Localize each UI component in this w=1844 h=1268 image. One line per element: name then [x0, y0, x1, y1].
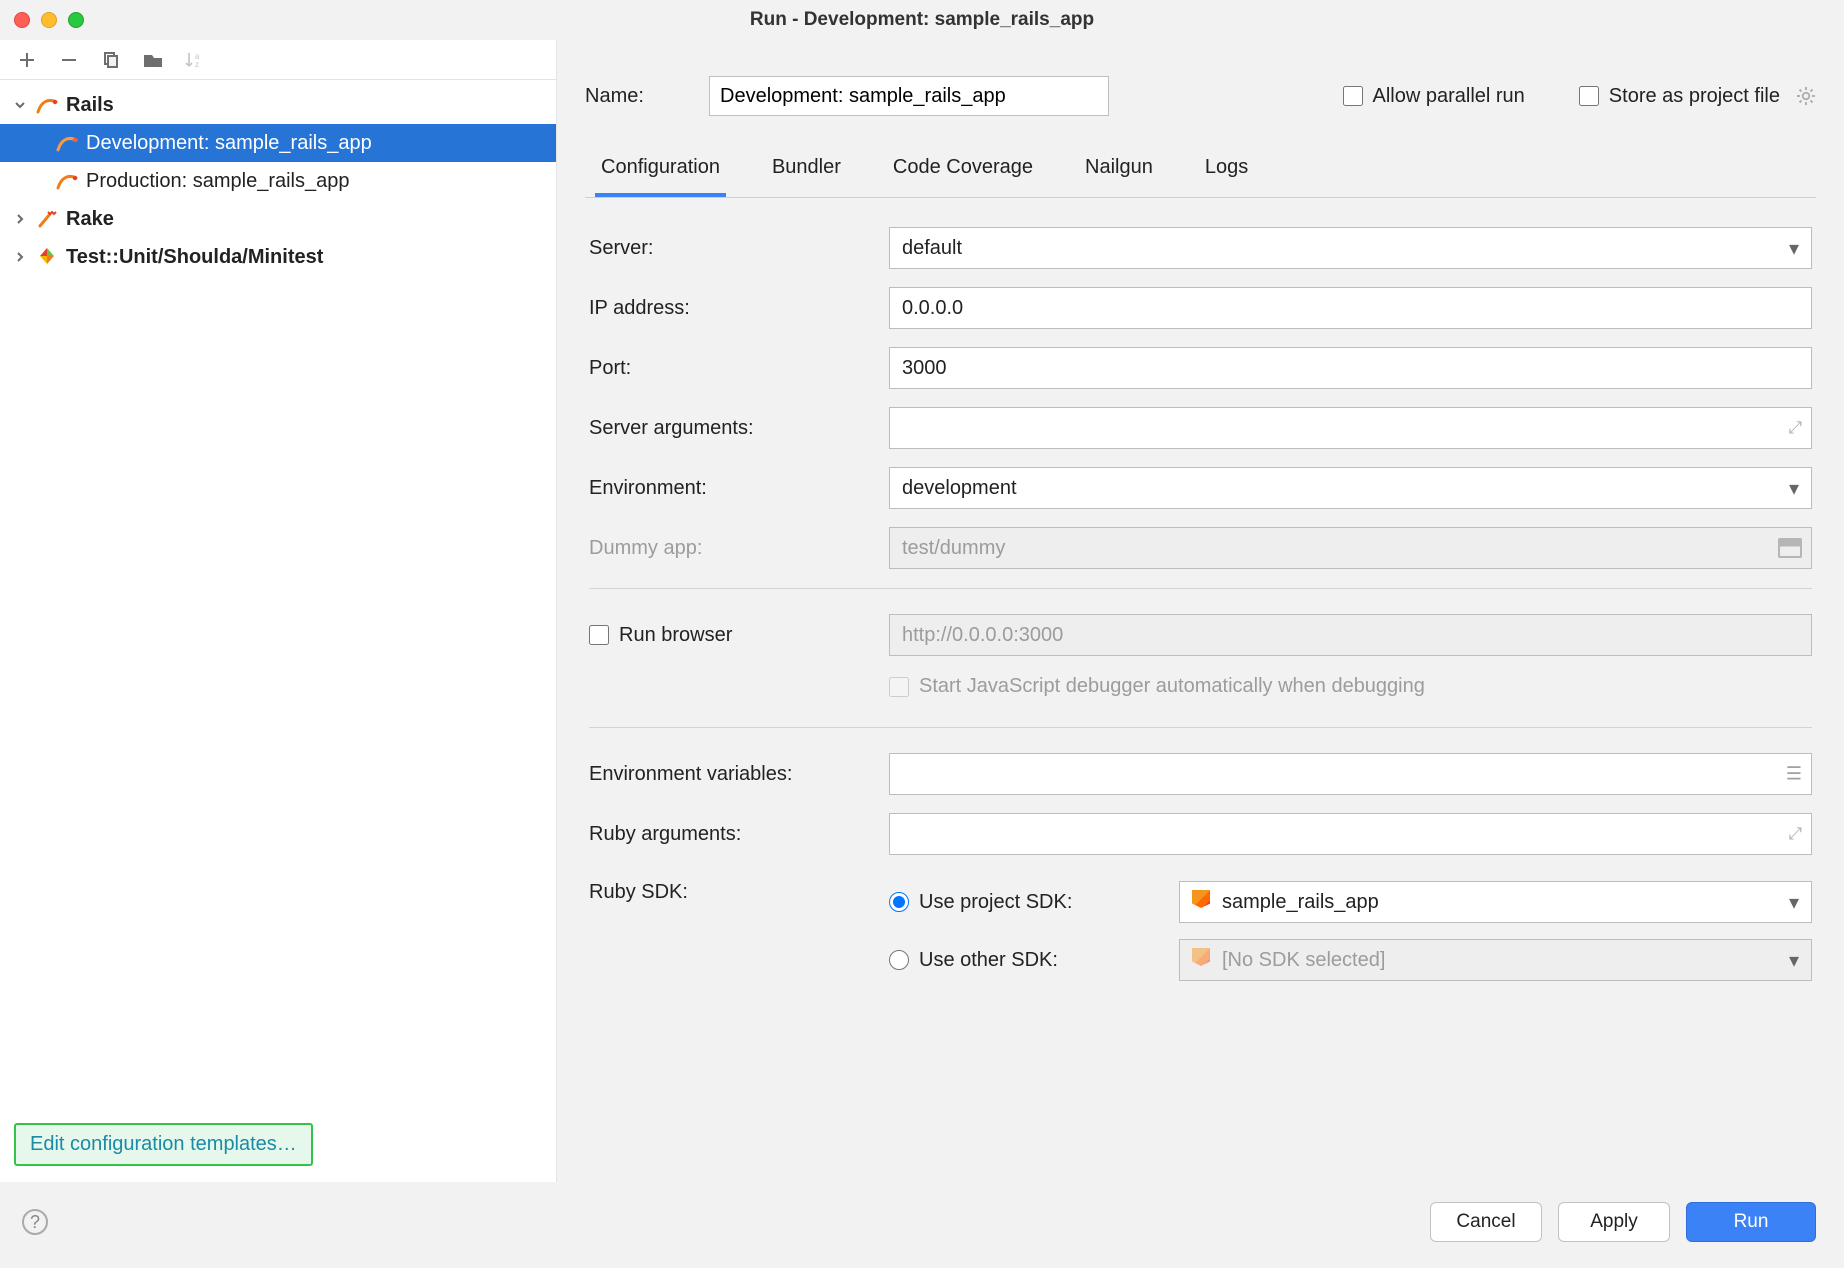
content: az Rails Development: s — [0, 40, 1844, 1182]
environment-select[interactable]: development ▾ — [889, 467, 1812, 509]
tree-node-rake[interactable]: Rake — [0, 200, 556, 238]
tab-configuration[interactable]: Configuration — [595, 144, 726, 197]
tree-label: Rails — [66, 94, 114, 117]
tree-label: Production: sample_rails_app — [86, 170, 350, 193]
other-sdk-select: [No SDK selected] ▾ — [1179, 939, 1812, 981]
tree-label: Development: sample_rails_app — [86, 132, 372, 155]
caret-down-icon: ▾ — [1789, 948, 1799, 973]
tree-node-rails[interactable]: Rails — [0, 86, 556, 124]
tree-node-rails-production[interactable]: Production: sample_rails_app — [0, 162, 556, 200]
store-as-project-file-checkbox[interactable]: Store as project file — [1579, 85, 1816, 108]
ip-input[interactable] — [889, 287, 1812, 329]
divider — [589, 588, 1812, 589]
use-other-sdk-label: Use other SDK: — [919, 949, 1058, 972]
js-debugger-checkbox: Start JavaScript debugger automatically … — [889, 675, 1812, 698]
ruby-args-label: Ruby arguments: — [589, 823, 889, 846]
allow-parallel-label: Allow parallel run — [1373, 85, 1525, 108]
tab-bundler[interactable]: Bundler — [766, 144, 847, 197]
use-other-sdk-radio[interactable]: Use other SDK: — [889, 943, 1159, 978]
ruby-sdk-icon — [1192, 890, 1210, 908]
copy-icon[interactable] — [100, 49, 122, 71]
store-as-project-file-input[interactable] — [1579, 86, 1599, 106]
other-sdk-value: [No SDK selected] — [1222, 949, 1385, 971]
caret-down-icon: ▾ — [1789, 890, 1799, 915]
chevron-right-icon — [14, 251, 34, 263]
apply-button[interactable]: Apply — [1558, 1202, 1670, 1242]
server-args-input[interactable] — [889, 407, 1812, 449]
name-label: Name: — [585, 85, 685, 108]
allow-parallel-run-input[interactable] — [1343, 86, 1363, 106]
titlebar: Run - Development: sample_rails_app — [0, 0, 1844, 40]
sort-alphabetically-icon[interactable]: az — [184, 49, 206, 71]
gear-icon[interactable] — [1796, 86, 1816, 106]
store-as-project-file-label: Store as project file — [1609, 85, 1780, 108]
dummy-app-label: Dummy app: — [589, 537, 889, 560]
tree-label: Rake — [66, 208, 114, 231]
header-row: Name: Allow parallel run Store as projec… — [585, 40, 1816, 144]
remove-icon[interactable] — [58, 49, 80, 71]
rake-icon — [36, 208, 58, 230]
environment-label: Environment: — [589, 477, 889, 500]
divider — [589, 727, 1812, 728]
project-sdk-value: sample_rails_app — [1222, 891, 1379, 913]
add-icon[interactable] — [16, 49, 38, 71]
test-icon — [36, 246, 58, 268]
server-args-label: Server arguments: — [589, 417, 889, 440]
configuration-form: Server: default ▾ IP address: P — [585, 198, 1816, 1182]
server-value: default — [902, 237, 962, 260]
js-debugger-input — [889, 677, 909, 697]
ruby-sdk-label: Ruby SDK: — [589, 873, 889, 904]
tab-bar: Configuration Bundler Code Coverage Nail… — [585, 144, 1816, 198]
main-panel: Name: Allow parallel run Store as projec… — [557, 40, 1844, 1182]
ruby-args-input[interactable] — [889, 813, 1812, 855]
project-sdk-select[interactable]: sample_rails_app ▾ — [1179, 881, 1812, 923]
port-label: Port: — [589, 357, 889, 380]
configurations-tree: Rails Development: sample_rails_app Prod… — [0, 80, 556, 1111]
cancel-button[interactable]: Cancel — [1430, 1202, 1542, 1242]
tab-code-coverage[interactable]: Code Coverage — [887, 144, 1039, 197]
caret-down-icon: ▾ — [1789, 236, 1799, 261]
edit-configuration-templates-link[interactable]: Edit configuration templates… — [14, 1123, 313, 1166]
use-other-sdk-input[interactable] — [889, 950, 909, 970]
footer: ? Cancel Apply Run — [0, 1182, 1844, 1268]
use-project-sdk-input[interactable] — [889, 892, 909, 912]
run-browser-input[interactable] — [589, 625, 609, 645]
allow-parallel-run-checkbox[interactable]: Allow parallel run — [1343, 85, 1525, 108]
ip-label: IP address: — [589, 297, 889, 320]
chevron-down-icon — [14, 99, 34, 111]
dummy-app-input — [889, 527, 1812, 569]
caret-down-icon: ▾ — [1789, 476, 1799, 501]
sidebar: az Rails Development: s — [0, 40, 557, 1182]
sidebar-toolbar: az — [0, 40, 556, 80]
tree-label: Test::Unit/Shoulda/Minitest — [66, 246, 323, 269]
run-browser-label: Run browser — [619, 624, 732, 647]
tree-node-rails-development[interactable]: Development: sample_rails_app — [0, 124, 556, 162]
rails-icon — [56, 170, 78, 192]
environment-value: development — [902, 477, 1017, 500]
svg-text:z: z — [195, 60, 199, 69]
env-vars-input[interactable] — [889, 753, 1812, 795]
tab-nailgun[interactable]: Nailgun — [1079, 144, 1159, 197]
server-select[interactable]: default ▾ — [889, 227, 1812, 269]
help-icon[interactable]: ? — [22, 1209, 48, 1235]
window-title: Run - Development: sample_rails_app — [0, 9, 1844, 31]
js-debugger-label: Start JavaScript debugger automatically … — [919, 675, 1425, 698]
env-vars-label: Environment variables: — [589, 763, 889, 786]
run-button[interactable]: Run — [1686, 1202, 1816, 1242]
ruby-sdk-icon — [1192, 948, 1210, 966]
use-project-sdk-label: Use project SDK: — [919, 891, 1072, 914]
name-input[interactable] — [709, 76, 1109, 116]
tab-logs[interactable]: Logs — [1199, 144, 1254, 197]
server-label: Server: — [589, 237, 889, 260]
rails-icon — [56, 132, 78, 154]
run-browser-url-input — [889, 614, 1812, 656]
tree-node-testunit[interactable]: Test::Unit/Shoulda/Minitest — [0, 238, 556, 276]
use-project-sdk-radio[interactable]: Use project SDK: — [889, 885, 1159, 920]
chevron-right-icon — [14, 213, 34, 225]
run-config-dialog: Run - Development: sample_rails_app az — [0, 0, 1844, 1268]
save-configuration-icon[interactable] — [142, 49, 164, 71]
rails-icon — [36, 94, 58, 116]
port-input[interactable] — [889, 347, 1812, 389]
run-browser-checkbox[interactable]: Run browser — [589, 624, 889, 647]
